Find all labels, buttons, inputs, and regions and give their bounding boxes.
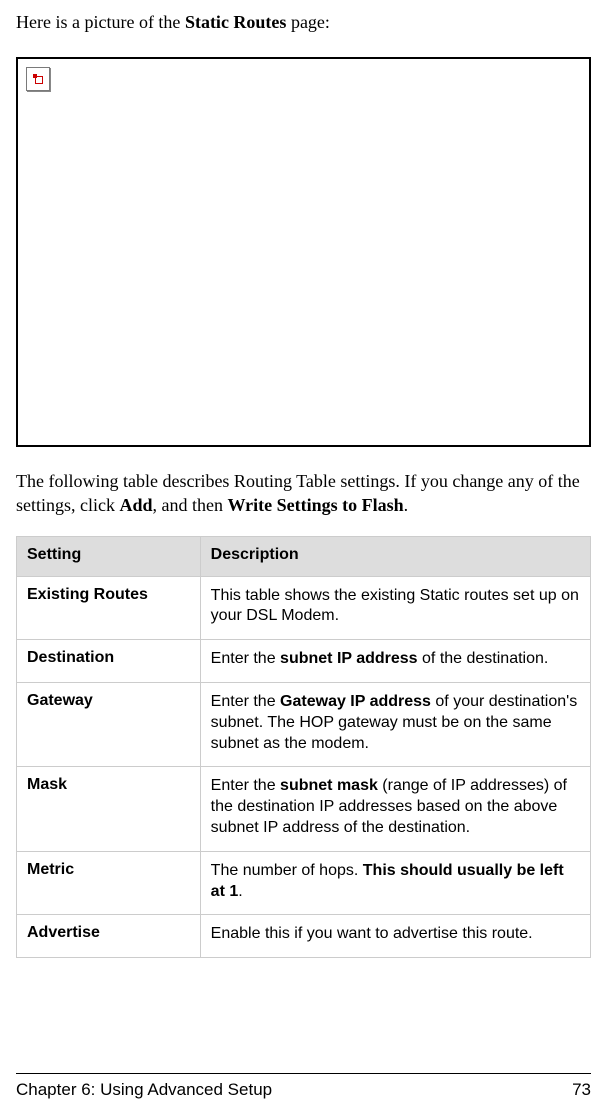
setting-desc-mask: Enter the subnet mask (range of IP addre… — [200, 767, 590, 851]
table-row: Destination Enter the subnet IP address … — [17, 640, 591, 683]
intro-prefix: Here is a picture of the — [16, 12, 185, 32]
setting-desc-destination: Enter the subnet IP address of the desti… — [200, 640, 590, 683]
setting-name-metric: Metric — [17, 851, 201, 915]
setting-desc-existing-routes: This table shows the existing Static rou… — [200, 576, 590, 640]
setting-desc-advertise: Enable this if you want to advertise thi… — [200, 915, 590, 958]
intro-text: Here is a picture of the Static Routes p… — [16, 12, 591, 33]
table-row: Advertise Enable this if you want to adv… — [17, 915, 591, 958]
setting-desc-gateway: Enter the Gateway IP address of your des… — [200, 682, 590, 766]
desc-bold-add: Add — [119, 495, 152, 515]
header-setting: Setting — [17, 536, 201, 576]
screenshot-placeholder-box — [16, 57, 591, 447]
desc-text-mid: , and then — [153, 495, 228, 515]
intro-bold: Static Routes — [185, 12, 287, 32]
desc-bold-write: Write Settings to Flash — [228, 495, 404, 515]
settings-table: Setting Description Existing Routes This… — [16, 536, 591, 959]
description-paragraph: The following table describes Routing Ta… — [16, 469, 591, 518]
footer-chapter: Chapter 6: Using Advanced Setup — [16, 1080, 272, 1100]
setting-name-advertise: Advertise — [17, 915, 201, 958]
header-description: Description — [200, 536, 590, 576]
broken-image-icon — [26, 67, 50, 91]
table-row: Mask Enter the subnet mask (range of IP … — [17, 767, 591, 851]
table-row: Metric The number of hops. This should u… — [17, 851, 591, 915]
table-header-row: Setting Description — [17, 536, 591, 576]
intro-suffix: page: — [286, 12, 329, 32]
setting-desc-metric: The number of hops. This should usually … — [200, 851, 590, 915]
page-footer: Chapter 6: Using Advanced Setup 73 — [16, 1073, 591, 1100]
setting-name-destination: Destination — [17, 640, 201, 683]
setting-name-gateway: Gateway — [17, 682, 201, 766]
table-row: Gateway Enter the Gateway IP address of … — [17, 682, 591, 766]
setting-name-existing-routes: Existing Routes — [17, 576, 201, 640]
footer-page-number: 73 — [572, 1080, 591, 1100]
setting-name-mask: Mask — [17, 767, 201, 851]
desc-text-end: . — [404, 495, 409, 515]
table-row: Existing Routes This table shows the exi… — [17, 576, 591, 640]
